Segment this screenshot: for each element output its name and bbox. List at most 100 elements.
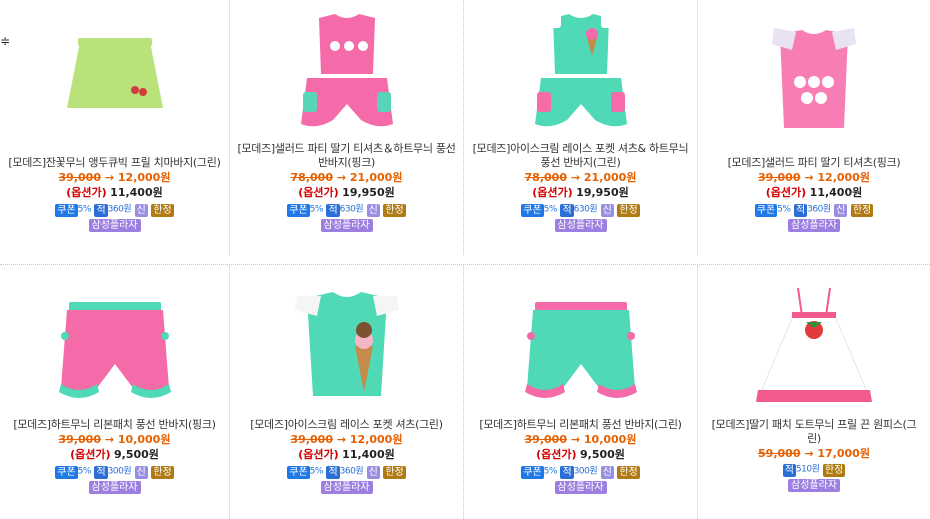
- point-value: 630원: [573, 204, 598, 215]
- fruit-print: [357, 41, 368, 51]
- ribbon: [60, 332, 69, 340]
- point-value: 360원: [107, 204, 132, 215]
- option-price: 9,500원: [580, 448, 625, 461]
- samsung-plaza-badge[interactable]: 삼성플라자: [554, 480, 607, 494]
- limited-badge: 한정: [850, 203, 874, 217]
- sale-price: 12,000원: [117, 171, 171, 184]
- original-price: 39,000: [58, 171, 101, 184]
- product-image[interactable]: [45, 22, 185, 152]
- point-badge: 적: [560, 465, 574, 479]
- product-image[interactable]: [511, 284, 651, 414]
- product-card: [모데즈]샐러드 파티 딸기 티셔츠(핑크) 39,000 → 12,000원 …: [697, 0, 930, 255]
- badge-row: 쿠폰 5% 적 360원 신 한정: [230, 464, 463, 480]
- arrow: →: [804, 171, 814, 184]
- product-row-1: [모데즈]잔꽃무늬 앵두큐빅 프릴 치마바지(그린) 39,000 → 12,0…: [0, 0, 930, 255]
- sale-price: 21,000원: [583, 171, 637, 184]
- point-value: 300원: [573, 466, 598, 477]
- product-name[interactable]: [모데즈]샐러드 파티 딸기 티셔츠(핑크): [709, 156, 919, 170]
- samsung-plaza-badge[interactable]: 삼성플라자: [554, 218, 607, 232]
- limited-badge: 한정: [383, 203, 406, 217]
- limited-badge: 한정: [617, 465, 640, 479]
- price-line: 39,000 → 10,000원: [464, 432, 697, 447]
- product-card: [모데즈]하트무늬 리본패치 풍선 반바지(핑크) 39,000 → 10,00…: [0, 266, 229, 519]
- shorts-body: [60, 310, 169, 392]
- new-badge: 신: [366, 203, 380, 217]
- option-price-label: (옵션가): [66, 186, 107, 199]
- shorts-body: [526, 310, 635, 392]
- point-value: 360원: [339, 466, 364, 477]
- point-value: 300원: [107, 466, 132, 477]
- sale-price: 10,000원: [583, 433, 637, 446]
- badge-row: 쿠폰 5% 적 630원 신 한정: [464, 202, 697, 218]
- product-name[interactable]: [모데즈]샐러드 파티 딸기 티셔츠＆하트무늬 풍선 반바지(핑크): [237, 142, 457, 170]
- product-image[interactable]: [511, 8, 651, 138]
- ice-cream-scoop: [585, 28, 598, 40]
- product-name[interactable]: [모데즈]딸기 패치 도트무늬 프릴 끈 원피스(그린): [709, 418, 919, 446]
- coupon-percent: 5%: [309, 204, 324, 215]
- option-price-label: (옵션가): [532, 186, 573, 199]
- product-card: [모데즈]아이스크림 레이스 포켓 셔츠& 하트무늬 풍선 반바지(그린) 78…: [463, 0, 697, 255]
- product-image[interactable]: [744, 22, 884, 152]
- product-image[interactable]: [277, 284, 417, 414]
- arrow: →: [336, 171, 347, 184]
- option-price-label: (옵션가): [298, 448, 339, 461]
- cherry: [130, 86, 139, 94]
- coupon-badge: 쿠폰: [754, 203, 778, 217]
- limited-badge: 한정: [383, 465, 406, 479]
- original-price: 39,000: [58, 433, 101, 446]
- price-line: 39,000 → 12,000원: [698, 170, 930, 185]
- fruit-print: [808, 76, 820, 88]
- product-image[interactable]: [277, 8, 417, 138]
- coupon-percent: 5%: [309, 466, 324, 477]
- option-price-line: (옵션가) 11,400원: [230, 447, 463, 463]
- product-name[interactable]: [모데즈]아이스크림 레이스 포켓 셔츠(그린): [237, 418, 457, 432]
- sale-price: 10,000원: [117, 433, 171, 446]
- arrow: →: [336, 433, 347, 446]
- coupon-badge: 쿠폰: [55, 203, 78, 217]
- option-price: 9,500원: [114, 448, 159, 461]
- product-card: [모데즈]아이스크림 레이스 포켓 셔츠(그린) 39,000 → 12,000…: [229, 266, 463, 519]
- badge-row: 쿠폰 5% 적 360원 신 한정: [0, 202, 229, 218]
- waistband: [77, 38, 152, 46]
- option-price: 19,950원: [342, 186, 395, 199]
- samsung-plaza-badge[interactable]: 삼성플라자: [320, 218, 373, 232]
- bodice-trim: [792, 312, 836, 318]
- frill: [64, 108, 165, 129]
- option-price: 11,400원: [342, 448, 395, 461]
- fruit-print: [794, 76, 806, 88]
- arrow: →: [804, 447, 814, 460]
- new-badge: 신: [600, 203, 614, 217]
- samsung-plaza-badge[interactable]: 삼성플라자: [88, 218, 141, 232]
- product-name[interactable]: [모데즈]아이스크림 레이스 포켓 셔츠& 하트무늬 풍선 반바지(그린): [471, 142, 691, 170]
- sale-price: 21,000원: [349, 171, 403, 184]
- fruit-print: [343, 41, 354, 51]
- product-row-2: [모데즈]하트무늬 리본패치 풍선 반바지(핑크) 39,000 → 10,00…: [0, 266, 930, 519]
- point-badge: 적: [94, 465, 108, 479]
- product-image[interactable]: [45, 284, 185, 414]
- original-price: 39,000: [524, 433, 567, 446]
- coupon-percent: 5%: [543, 204, 558, 215]
- lace-sleeve: [550, 12, 561, 28]
- option-price-label: (옵션가): [536, 448, 577, 461]
- original-price: 78,000: [524, 171, 567, 184]
- samsung-plaza-badge[interactable]: 삼성플라자: [320, 480, 373, 494]
- product-name[interactable]: [모데즈]잔꽃무늬 앵두큐빅 프릴 치마바지(그린): [5, 156, 225, 170]
- price-line: 78,000 → 21,000원: [230, 170, 463, 185]
- original-price: 39,000: [290, 433, 333, 446]
- samsung-plaza-badge[interactable]: 삼성플라자: [788, 218, 840, 232]
- samsung-plaza-badge[interactable]: 삼성플라자: [788, 478, 840, 492]
- badge-row: 쿠폰 5% 적 630원 신 한정: [230, 202, 463, 218]
- product-name[interactable]: [모데즈]하트무늬 리본패치 풍선 반바지(핑크): [5, 418, 225, 432]
- product-image[interactable]: [744, 284, 884, 414]
- arrow: →: [104, 433, 115, 446]
- point-badge: 적: [326, 465, 340, 479]
- product-name[interactable]: [모데즈]하트무늬 리본패치 풍선 반바지(그린): [471, 418, 691, 432]
- samsung-plaza-badge[interactable]: 삼성플라자: [88, 480, 141, 494]
- limited-badge: 한정: [822, 463, 846, 477]
- sale-price: 17,000원: [817, 447, 870, 460]
- shirt-body: [552, 14, 609, 74]
- point-badge: 적: [94, 203, 108, 217]
- option-price: 19,950원: [576, 186, 629, 199]
- coupon-badge: 쿠폰: [55, 465, 78, 479]
- coupon-percent: 5%: [777, 204, 791, 215]
